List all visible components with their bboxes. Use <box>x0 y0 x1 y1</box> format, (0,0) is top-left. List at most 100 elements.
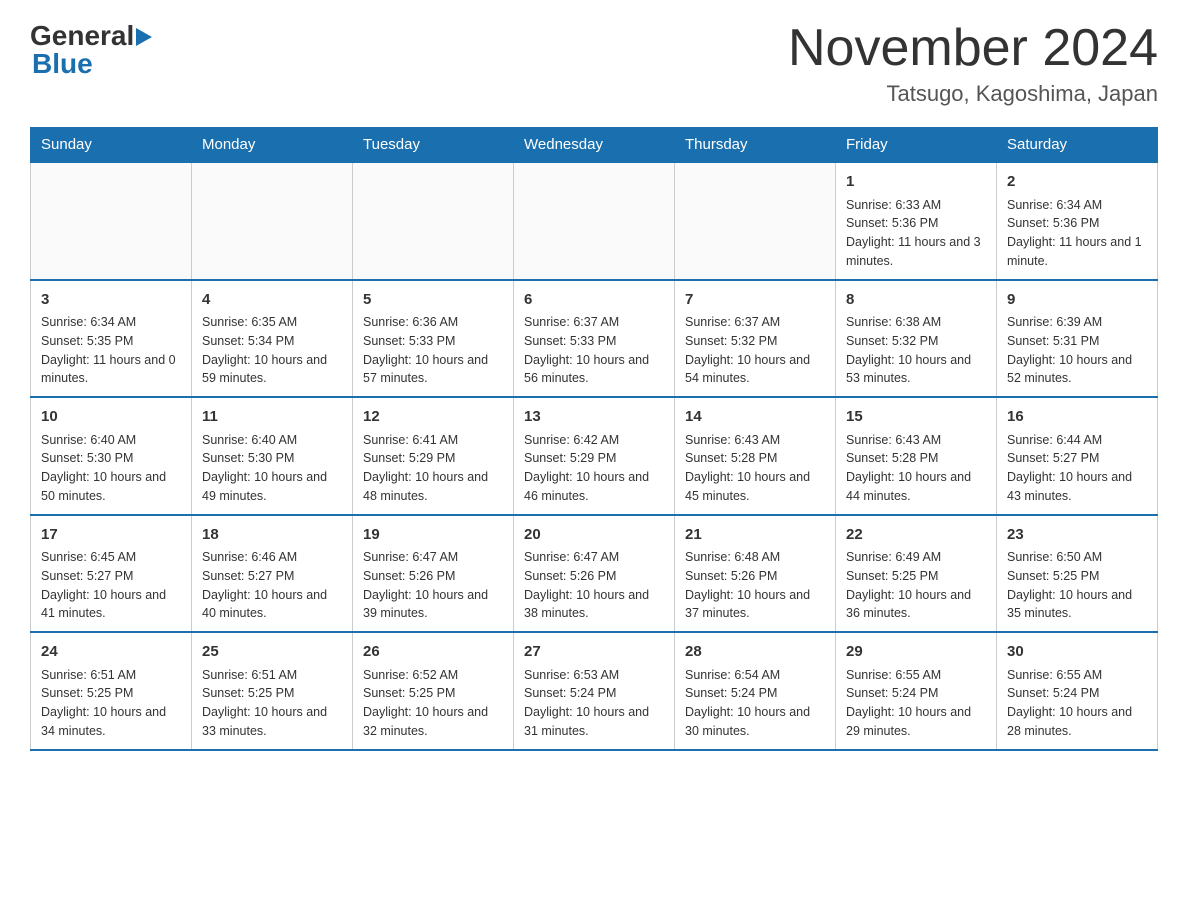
day-info: Sunrise: 6:37 AMSunset: 5:32 PMDaylight:… <box>685 313 825 388</box>
day-info: Sunrise: 6:38 AMSunset: 5:32 PMDaylight:… <box>846 313 986 388</box>
day-number: 21 <box>685 524 825 547</box>
day-info: Sunrise: 6:47 AMSunset: 5:26 PMDaylight:… <box>363 548 503 623</box>
day-info: Sunrise: 6:51 AMSunset: 5:25 PMDaylight:… <box>202 666 342 741</box>
table-row: 22Sunrise: 6:49 AMSunset: 5:25 PMDayligh… <box>836 515 997 633</box>
day-number: 12 <box>363 406 503 429</box>
day-number: 16 <box>1007 406 1147 429</box>
table-row: 24Sunrise: 6:51 AMSunset: 5:25 PMDayligh… <box>31 632 192 750</box>
day-info: Sunrise: 6:33 AMSunset: 5:36 PMDaylight:… <box>846 196 986 271</box>
calendar-week-row: 24Sunrise: 6:51 AMSunset: 5:25 PMDayligh… <box>31 632 1158 750</box>
day-info: Sunrise: 6:41 AMSunset: 5:29 PMDaylight:… <box>363 431 503 506</box>
day-number: 11 <box>202 406 342 429</box>
calendar-table: Sunday Monday Tuesday Wednesday Thursday… <box>30 127 1158 751</box>
table-row: 6Sunrise: 6:37 AMSunset: 5:33 PMDaylight… <box>514 280 675 398</box>
table-row: 10Sunrise: 6:40 AMSunset: 5:30 PMDayligh… <box>31 397 192 515</box>
col-friday: Friday <box>836 128 997 163</box>
calendar-header-row: Sunday Monday Tuesday Wednesday Thursday… <box>31 128 1158 163</box>
day-info: Sunrise: 6:37 AMSunset: 5:33 PMDaylight:… <box>524 313 664 388</box>
col-sunday: Sunday <box>31 128 192 163</box>
table-row: 23Sunrise: 6:50 AMSunset: 5:25 PMDayligh… <box>997 515 1158 633</box>
table-row: 11Sunrise: 6:40 AMSunset: 5:30 PMDayligh… <box>192 397 353 515</box>
col-monday: Monday <box>192 128 353 163</box>
day-info: Sunrise: 6:36 AMSunset: 5:33 PMDaylight:… <box>363 313 503 388</box>
table-row: 5Sunrise: 6:36 AMSunset: 5:33 PMDaylight… <box>353 280 514 398</box>
day-number: 28 <box>685 641 825 664</box>
table-row: 9Sunrise: 6:39 AMSunset: 5:31 PMDaylight… <box>997 280 1158 398</box>
logo-arrow-icon <box>136 26 156 48</box>
table-row: 28Sunrise: 6:54 AMSunset: 5:24 PMDayligh… <box>675 632 836 750</box>
day-info: Sunrise: 6:35 AMSunset: 5:34 PMDaylight:… <box>202 313 342 388</box>
day-number: 2 <box>1007 171 1147 194</box>
day-info: Sunrise: 6:49 AMSunset: 5:25 PMDaylight:… <box>846 548 986 623</box>
table-row <box>353 162 514 280</box>
calendar-week-row: 3Sunrise: 6:34 AMSunset: 5:35 PMDaylight… <box>31 280 1158 398</box>
table-row: 12Sunrise: 6:41 AMSunset: 5:29 PMDayligh… <box>353 397 514 515</box>
table-row: 7Sunrise: 6:37 AMSunset: 5:32 PMDaylight… <box>675 280 836 398</box>
calendar-week-row: 1Sunrise: 6:33 AMSunset: 5:36 PMDaylight… <box>31 162 1158 280</box>
day-info: Sunrise: 6:34 AMSunset: 5:35 PMDaylight:… <box>41 313 181 388</box>
table-row: 8Sunrise: 6:38 AMSunset: 5:32 PMDaylight… <box>836 280 997 398</box>
day-info: Sunrise: 6:40 AMSunset: 5:30 PMDaylight:… <box>41 431 181 506</box>
table-row: 26Sunrise: 6:52 AMSunset: 5:25 PMDayligh… <box>353 632 514 750</box>
table-row <box>192 162 353 280</box>
table-row: 25Sunrise: 6:51 AMSunset: 5:25 PMDayligh… <box>192 632 353 750</box>
col-tuesday: Tuesday <box>353 128 514 163</box>
day-info: Sunrise: 6:39 AMSunset: 5:31 PMDaylight:… <box>1007 313 1147 388</box>
day-info: Sunrise: 6:48 AMSunset: 5:26 PMDaylight:… <box>685 548 825 623</box>
day-info: Sunrise: 6:50 AMSunset: 5:25 PMDaylight:… <box>1007 548 1147 623</box>
page-header: General Blue November 2024 Tatsugo, Kago… <box>30 20 1158 107</box>
table-row: 2Sunrise: 6:34 AMSunset: 5:36 PMDaylight… <box>997 162 1158 280</box>
day-number: 10 <box>41 406 181 429</box>
table-row: 4Sunrise: 6:35 AMSunset: 5:34 PMDaylight… <box>192 280 353 398</box>
day-number: 19 <box>363 524 503 547</box>
table-row: 1Sunrise: 6:33 AMSunset: 5:36 PMDaylight… <box>836 162 997 280</box>
table-row: 15Sunrise: 6:43 AMSunset: 5:28 PMDayligh… <box>836 397 997 515</box>
table-row <box>514 162 675 280</box>
day-info: Sunrise: 6:55 AMSunset: 5:24 PMDaylight:… <box>1007 666 1147 741</box>
table-row: 18Sunrise: 6:46 AMSunset: 5:27 PMDayligh… <box>192 515 353 633</box>
day-info: Sunrise: 6:51 AMSunset: 5:25 PMDaylight:… <box>41 666 181 741</box>
table-row: 21Sunrise: 6:48 AMSunset: 5:26 PMDayligh… <box>675 515 836 633</box>
table-row: 30Sunrise: 6:55 AMSunset: 5:24 PMDayligh… <box>997 632 1158 750</box>
day-info: Sunrise: 6:55 AMSunset: 5:24 PMDaylight:… <box>846 666 986 741</box>
day-info: Sunrise: 6:44 AMSunset: 5:27 PMDaylight:… <box>1007 431 1147 506</box>
table-row: 20Sunrise: 6:47 AMSunset: 5:26 PMDayligh… <box>514 515 675 633</box>
day-number: 7 <box>685 289 825 312</box>
month-title: November 2024 <box>788 20 1158 77</box>
logo: General Blue <box>30 20 156 80</box>
day-info: Sunrise: 6:43 AMSunset: 5:28 PMDaylight:… <box>685 431 825 506</box>
day-info: Sunrise: 6:34 AMSunset: 5:36 PMDaylight:… <box>1007 196 1147 271</box>
col-saturday: Saturday <box>997 128 1158 163</box>
day-number: 20 <box>524 524 664 547</box>
day-number: 24 <box>41 641 181 664</box>
day-info: Sunrise: 6:46 AMSunset: 5:27 PMDaylight:… <box>202 548 342 623</box>
day-number: 13 <box>524 406 664 429</box>
day-number: 14 <box>685 406 825 429</box>
col-wednesday: Wednesday <box>514 128 675 163</box>
logo-blue-text: Blue <box>32 48 156 80</box>
table-row: 27Sunrise: 6:53 AMSunset: 5:24 PMDayligh… <box>514 632 675 750</box>
day-number: 26 <box>363 641 503 664</box>
col-thursday: Thursday <box>675 128 836 163</box>
day-info: Sunrise: 6:40 AMSunset: 5:30 PMDaylight:… <box>202 431 342 506</box>
day-number: 3 <box>41 289 181 312</box>
day-number: 1 <box>846 171 986 194</box>
day-number: 27 <box>524 641 664 664</box>
table-row: 17Sunrise: 6:45 AMSunset: 5:27 PMDayligh… <box>31 515 192 633</box>
day-info: Sunrise: 6:42 AMSunset: 5:29 PMDaylight:… <box>524 431 664 506</box>
day-number: 25 <box>202 641 342 664</box>
table-row <box>31 162 192 280</box>
day-info: Sunrise: 6:54 AMSunset: 5:24 PMDaylight:… <box>685 666 825 741</box>
table-row: 19Sunrise: 6:47 AMSunset: 5:26 PMDayligh… <box>353 515 514 633</box>
location-title: Tatsugo, Kagoshima, Japan <box>788 81 1158 107</box>
day-info: Sunrise: 6:43 AMSunset: 5:28 PMDaylight:… <box>846 431 986 506</box>
day-number: 6 <box>524 289 664 312</box>
table-row: 14Sunrise: 6:43 AMSunset: 5:28 PMDayligh… <box>675 397 836 515</box>
day-number: 22 <box>846 524 986 547</box>
table-row <box>675 162 836 280</box>
day-info: Sunrise: 6:53 AMSunset: 5:24 PMDaylight:… <box>524 666 664 741</box>
day-info: Sunrise: 6:47 AMSunset: 5:26 PMDaylight:… <box>524 548 664 623</box>
calendar-week-row: 10Sunrise: 6:40 AMSunset: 5:30 PMDayligh… <box>31 397 1158 515</box>
calendar-week-row: 17Sunrise: 6:45 AMSunset: 5:27 PMDayligh… <box>31 515 1158 633</box>
day-number: 4 <box>202 289 342 312</box>
